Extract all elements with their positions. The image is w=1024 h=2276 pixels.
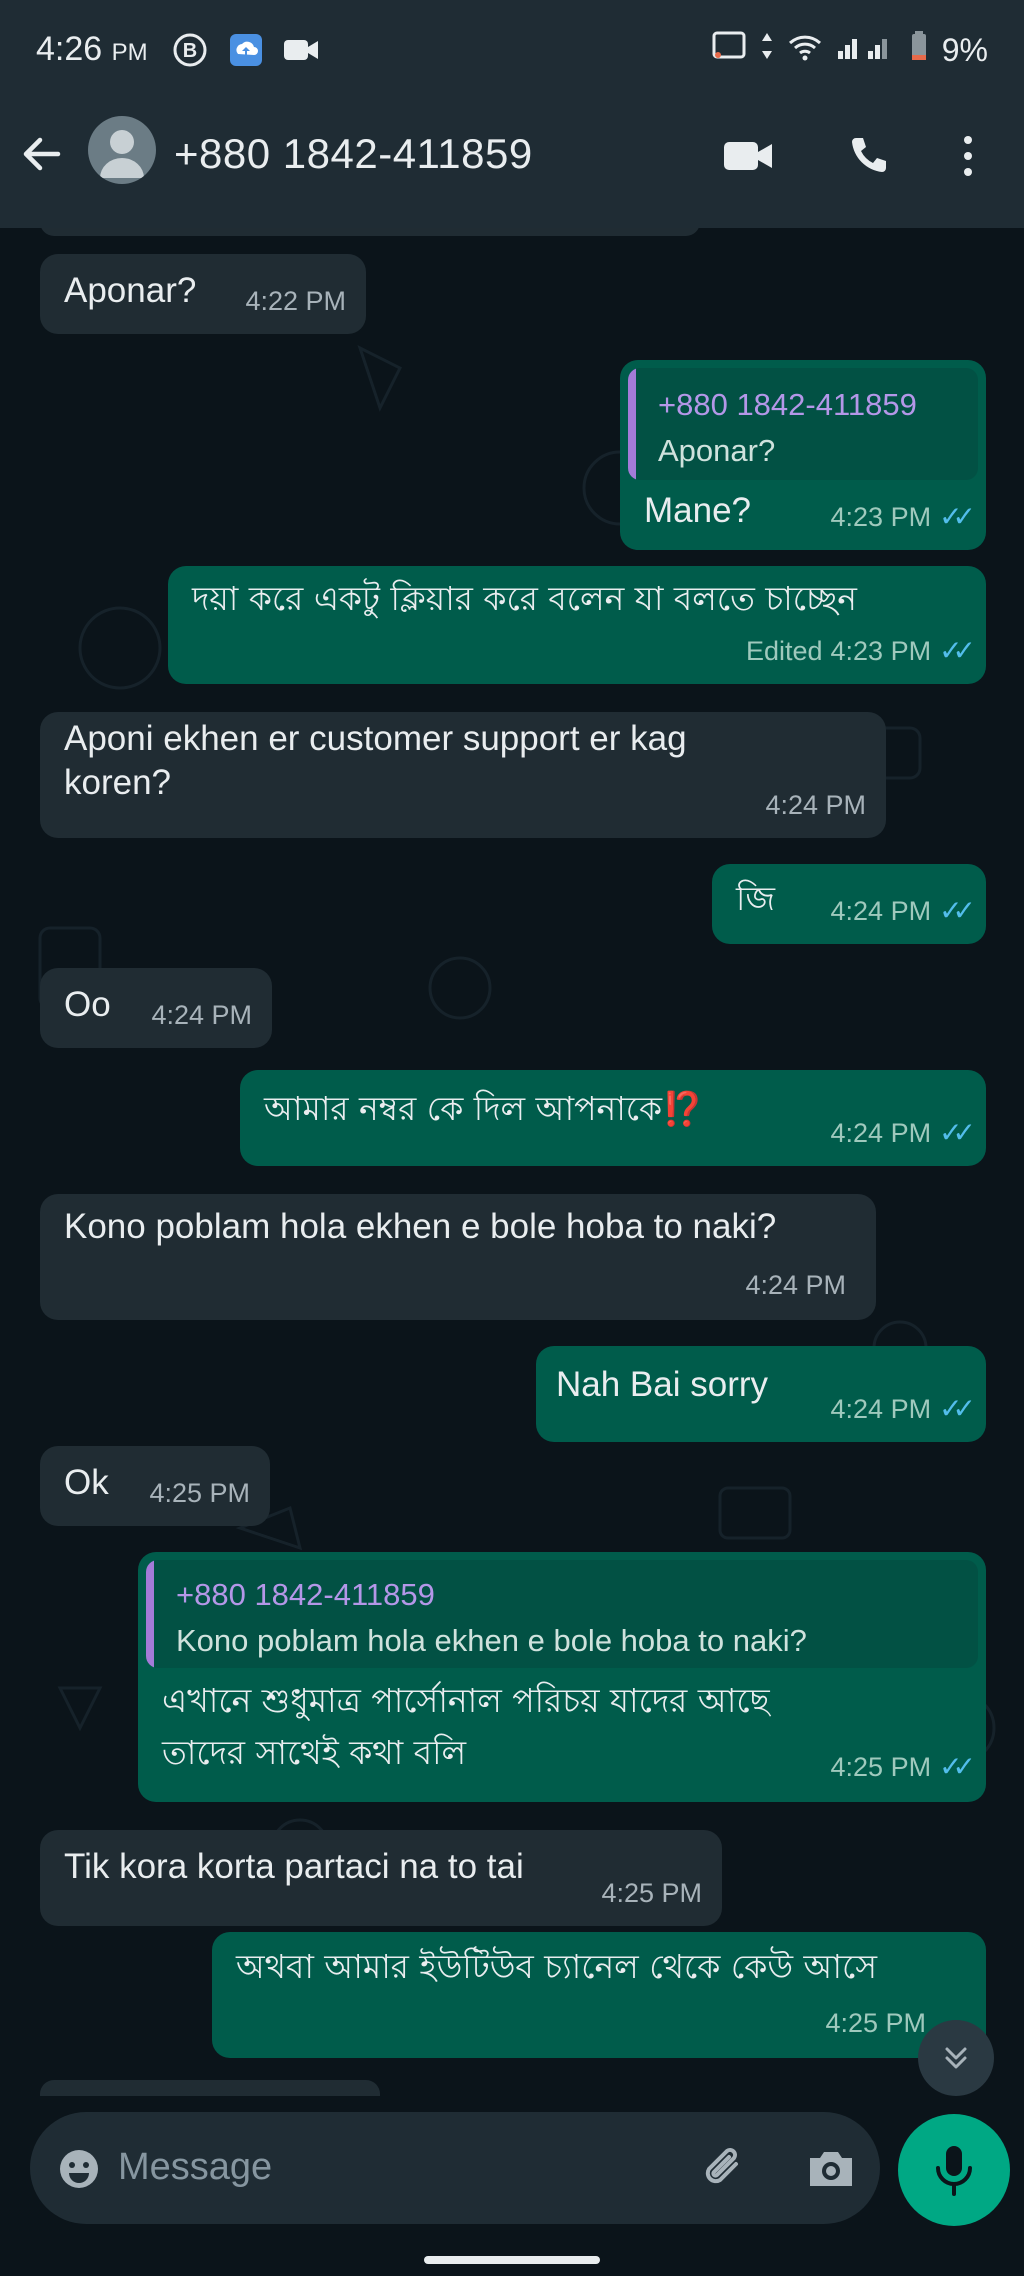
message-time: 4:25 PM — [830, 1752, 932, 1782]
attach-icon[interactable] — [698, 2142, 752, 2201]
contact-name[interactable]: +880 1842-411859 — [174, 130, 533, 178]
message-incoming[interactable]: Kono poblam hola ekhen e bole hoba to na… — [40, 1194, 876, 1320]
message-time: 4:24 PM — [830, 896, 932, 926]
message-outgoing-reply[interactable]: +880 1842-411859 Aponar? Mane? 4:23 PM ✓✓ — [620, 360, 986, 550]
message-text-line2: koren? — [64, 763, 172, 802]
quoted-message[interactable]: +880 1842-411859 Kono poblam hola ekhen … — [146, 1560, 978, 1668]
wifi-icon — [788, 32, 822, 69]
double-check-icon: ✓✓ — [939, 895, 976, 926]
status-time-ampm: PM — [111, 39, 148, 66]
battery-icon — [910, 30, 928, 70]
status-bar: 4:26 PM B 9% — [0, 0, 1024, 100]
message-text-body: আমার নম্বর কে দিল আপনাকে — [264, 1089, 663, 1128]
message-time: 4:22 PM — [245, 286, 346, 316]
message-time: 4:23 PM — [830, 502, 932, 532]
message-time: 4:24 PM — [151, 1000, 252, 1030]
message-incoming[interactable]: Ok 4:25 PM — [40, 1446, 270, 1526]
microphone-icon — [936, 2146, 972, 2196]
status-time-value: 4:26 — [36, 30, 103, 68]
double-check-icon: ✓✓ — [939, 501, 976, 532]
next-message-edge — [40, 2080, 380, 2096]
message-time: 4:24 PM — [745, 1270, 846, 1300]
message-input[interactable]: Message — [30, 2112, 880, 2224]
message-text: Mane? — [644, 491, 752, 530]
message-placeholder: Message — [118, 2146, 273, 2188]
message-text: Nah Bai sorry — [556, 1365, 769, 1404]
message-text: অথবা আমার ইউটিউব চ্যানেল থেকে কেউ আসে — [236, 1947, 878, 1986]
cloud-upload-icon — [228, 30, 264, 70]
message-outgoing-reply[interactable]: +880 1842-411859 Kono poblam hola ekhen … — [138, 1552, 986, 1802]
message-time: 4:25 PM — [825, 2008, 926, 2038]
message-text: দয়া করে একটু ক্লিয়ার করে বলেন যা বলতে … — [192, 579, 857, 618]
message-text: Aponi ekhen er customer support er kag — [64, 719, 687, 758]
camera-icon[interactable] — [806, 2146, 856, 2195]
message-text: জি — [736, 879, 775, 918]
composer: Message — [0, 2096, 1024, 2276]
quoted-text: Aponar? — [658, 433, 776, 468]
message-outgoing[interactable]: Nah Bai sorry 4:24 PM ✓✓ — [536, 1346, 986, 1442]
message-outgoing[interactable]: জি 4:24 PM ✓✓ — [712, 864, 986, 944]
video-call-icon[interactable] — [722, 136, 776, 181]
quoted-text: Kono poblam hola ekhen e bole hoba to na… — [176, 1623, 807, 1658]
message-outgoing[interactable]: আমার নম্বর কে দিল আপনাকে⁉️ 4:24 PM ✓✓ — [240, 1070, 986, 1166]
data-arrows-icon — [760, 31, 774, 69]
back-arrow-icon[interactable] — [14, 126, 70, 182]
interrobang-emoji: ⁉️ — [662, 1089, 704, 1128]
message-incoming[interactable]: Aponi ekhen er customer support er kag k… — [40, 712, 886, 838]
message-time: 4:25 PM — [601, 1878, 702, 1908]
quoted-message[interactable]: +880 1842-411859 Aponar? — [628, 368, 978, 480]
status-time: 4:26 PM — [36, 30, 148, 69]
message-time: 4:24 PM — [830, 1394, 932, 1424]
message-text: এখানে শুধুমাত্র পার্সোনাল পরিচয় যাদের আ… — [162, 1681, 770, 1720]
signal-icon — [836, 32, 896, 69]
double-check-icon: ✓✓ — [939, 1751, 976, 1782]
more-options-icon[interactable] — [958, 134, 978, 183]
video-recorder-icon — [282, 30, 320, 70]
message-text: Oo — [64, 985, 111, 1024]
message-incoming[interactable]: Tik kora korta partaci na to tai 4:25 PM — [40, 1830, 722, 1926]
double-check-icon: ✓✓ — [939, 635, 976, 666]
message-text: Ok — [64, 1463, 109, 1502]
double-check-icon: ✓✓ — [939, 1117, 976, 1148]
message-incoming[interactable]: Oo 4:24 PM — [40, 968, 272, 1048]
double-check-icon: ✓✓ — [939, 1393, 976, 1424]
scroll-to-bottom-button[interactable] — [918, 2020, 994, 2096]
svg-text:B: B — [183, 40, 197, 62]
voice-call-icon[interactable] — [846, 134, 890, 183]
message-outgoing[interactable]: অথবা আমার ইউটিউব চ্যানেল থেকে কেউ আসে 4:… — [212, 1932, 986, 2058]
quoted-sender: +880 1842-411859 — [658, 387, 917, 422]
home-indicator[interactable] — [424, 2256, 600, 2264]
edited-label: Edited — [745, 636, 823, 666]
message-text: Aponar? — [64, 271, 197, 310]
avatar[interactable] — [88, 116, 156, 184]
cast-icon — [712, 31, 746, 69]
status-indicators: 9% — [712, 30, 988, 70]
message-time: 4:25 PM — [149, 1478, 250, 1508]
message-text: Kono poblam hola ekhen e bole hoba to na… — [64, 1207, 777, 1246]
b-circle-icon: B — [172, 30, 208, 70]
message-time: 4:24 PM — [765, 790, 866, 820]
quoted-sender: +880 1842-411859 — [176, 1577, 435, 1612]
chat-header: +880 1842-411859 — [0, 100, 1024, 228]
message-outgoing[interactable]: দয়া করে একটু ক্লিয়ার করে বলেন যা বলতে … — [168, 566, 986, 684]
voice-message-button[interactable] — [898, 2114, 1010, 2226]
message-text: আমার নম্বর কে দিল আপনাকে⁉️ — [264, 1084, 703, 1134]
message-incoming[interactable]: Aponar? 4:22 PM — [40, 254, 366, 334]
battery-percent: 9% — [941, 31, 988, 68]
chevron-down-icon — [945, 2047, 967, 2069]
message-list[interactable]: Aponar? 4:22 PM +880 1842-411859 Aponar?… — [0, 228, 1024, 2096]
message-text-line2: তাদের সাথেই কথা বলি — [162, 1733, 467, 1772]
previous-message-edge — [40, 228, 700, 236]
message-time: 4:24 PM — [830, 1118, 932, 1148]
emoji-icon[interactable] — [58, 2148, 100, 2195]
message-time: 4:23 PM — [830, 636, 932, 666]
message-text: Tik kora korta partaci na to tai — [64, 1847, 524, 1886]
